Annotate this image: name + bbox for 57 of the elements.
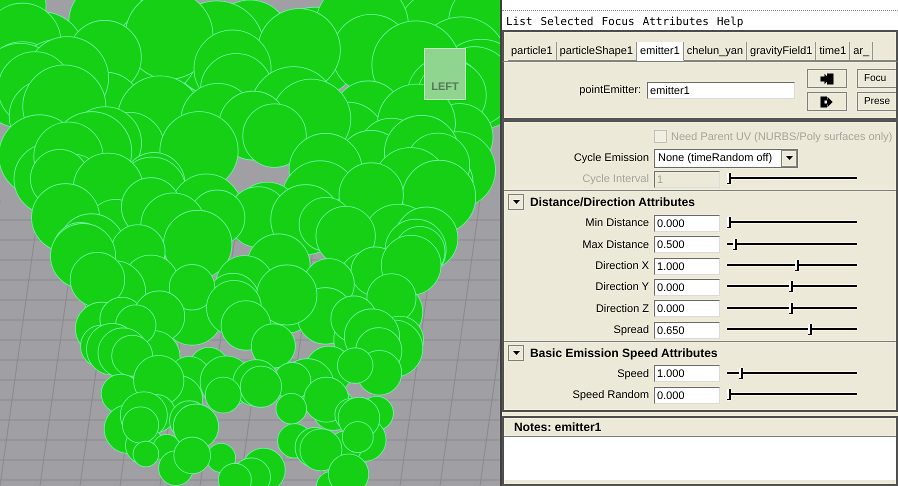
collapse-toggle[interactable] [508,344,524,361]
menu-item[interactable]: Focus [601,15,635,28]
caret-icon [512,350,520,355]
field-label: Speed [616,368,650,380]
field-label: Direction X [594,260,650,272]
menu-item[interactable]: Help [716,15,744,28]
tab[interactable]: chelun_yan [684,42,747,60]
field-label: pointEmitter: [578,84,642,96]
caret-icon [786,156,792,160]
notes-title: Notes: emitter1 [513,419,602,436]
field-label: Cycle Emission [572,152,650,164]
slider[interactable] [727,238,857,251]
menu-item[interactable]: List [506,15,532,28]
collapse-toggle[interactable] [508,194,524,210]
arrow-out-of-box-icon [820,96,834,108]
slider[interactable] [727,217,857,230]
caret-icon [512,200,520,204]
slider[interactable] [727,281,857,294]
notes-field[interactable] [504,436,896,480]
field-label: Speed Random [572,389,650,402]
arrow-into-box-icon [820,72,834,84]
panel-button[interactable]: Prese [857,92,896,111]
slider[interactable] [727,260,857,272]
value-field[interactable]: 0.650 [654,322,720,339]
dropdown[interactable]: None (timeRandom off) [654,148,798,168]
section-title: Distance/Direction Attributes [530,194,695,209]
section-title: Basic Emission Speed Attributes [530,346,718,360]
tab[interactable]: gravityField1 [747,42,816,60]
slider[interactable] [727,324,857,336]
input-connection-button[interactable] [807,69,847,88]
value-field[interactable]: 0.000 [654,278,720,296]
node-name-field[interactable]: emitter1 [647,82,795,98]
field-label: Direction Y [594,281,650,294]
field-label: Min Distance [584,217,650,230]
menu-item[interactable]: Selected [540,15,594,28]
panel-button[interactable]: Focu [857,69,896,88]
output-connection-button[interactable] [807,92,847,111]
field-label: Spread [612,324,650,336]
value-field[interactable]: 0.000 [654,386,720,404]
tab[interactable]: time1 [816,42,850,60]
checkbox-label: Need Parent UV (NURBS/Poly surfaces only) [671,130,892,143]
menu-item[interactable]: Attributes [642,15,709,28]
slider[interactable] [727,389,857,402]
tab[interactable]: particle1 [508,42,557,60]
value-field[interactable]: 0.000 [654,300,720,318]
value-field[interactable]: 1.000 [654,365,720,382]
tab[interactable]: ar_ [850,42,874,60]
slider[interactable] [727,173,857,186]
field-label: Cycle Interval [581,173,650,186]
slider[interactable] [727,368,857,380]
value-field[interactable]: 0.500 [654,236,720,254]
field-label: Max Distance [581,238,650,251]
slider[interactable] [727,302,857,315]
value-field[interactable]: 0.000 [654,214,720,232]
tab[interactable]: emitter1 [636,42,684,61]
value-field[interactable]: 1.000 [654,258,720,275]
field-label: Direction Z [594,302,650,315]
